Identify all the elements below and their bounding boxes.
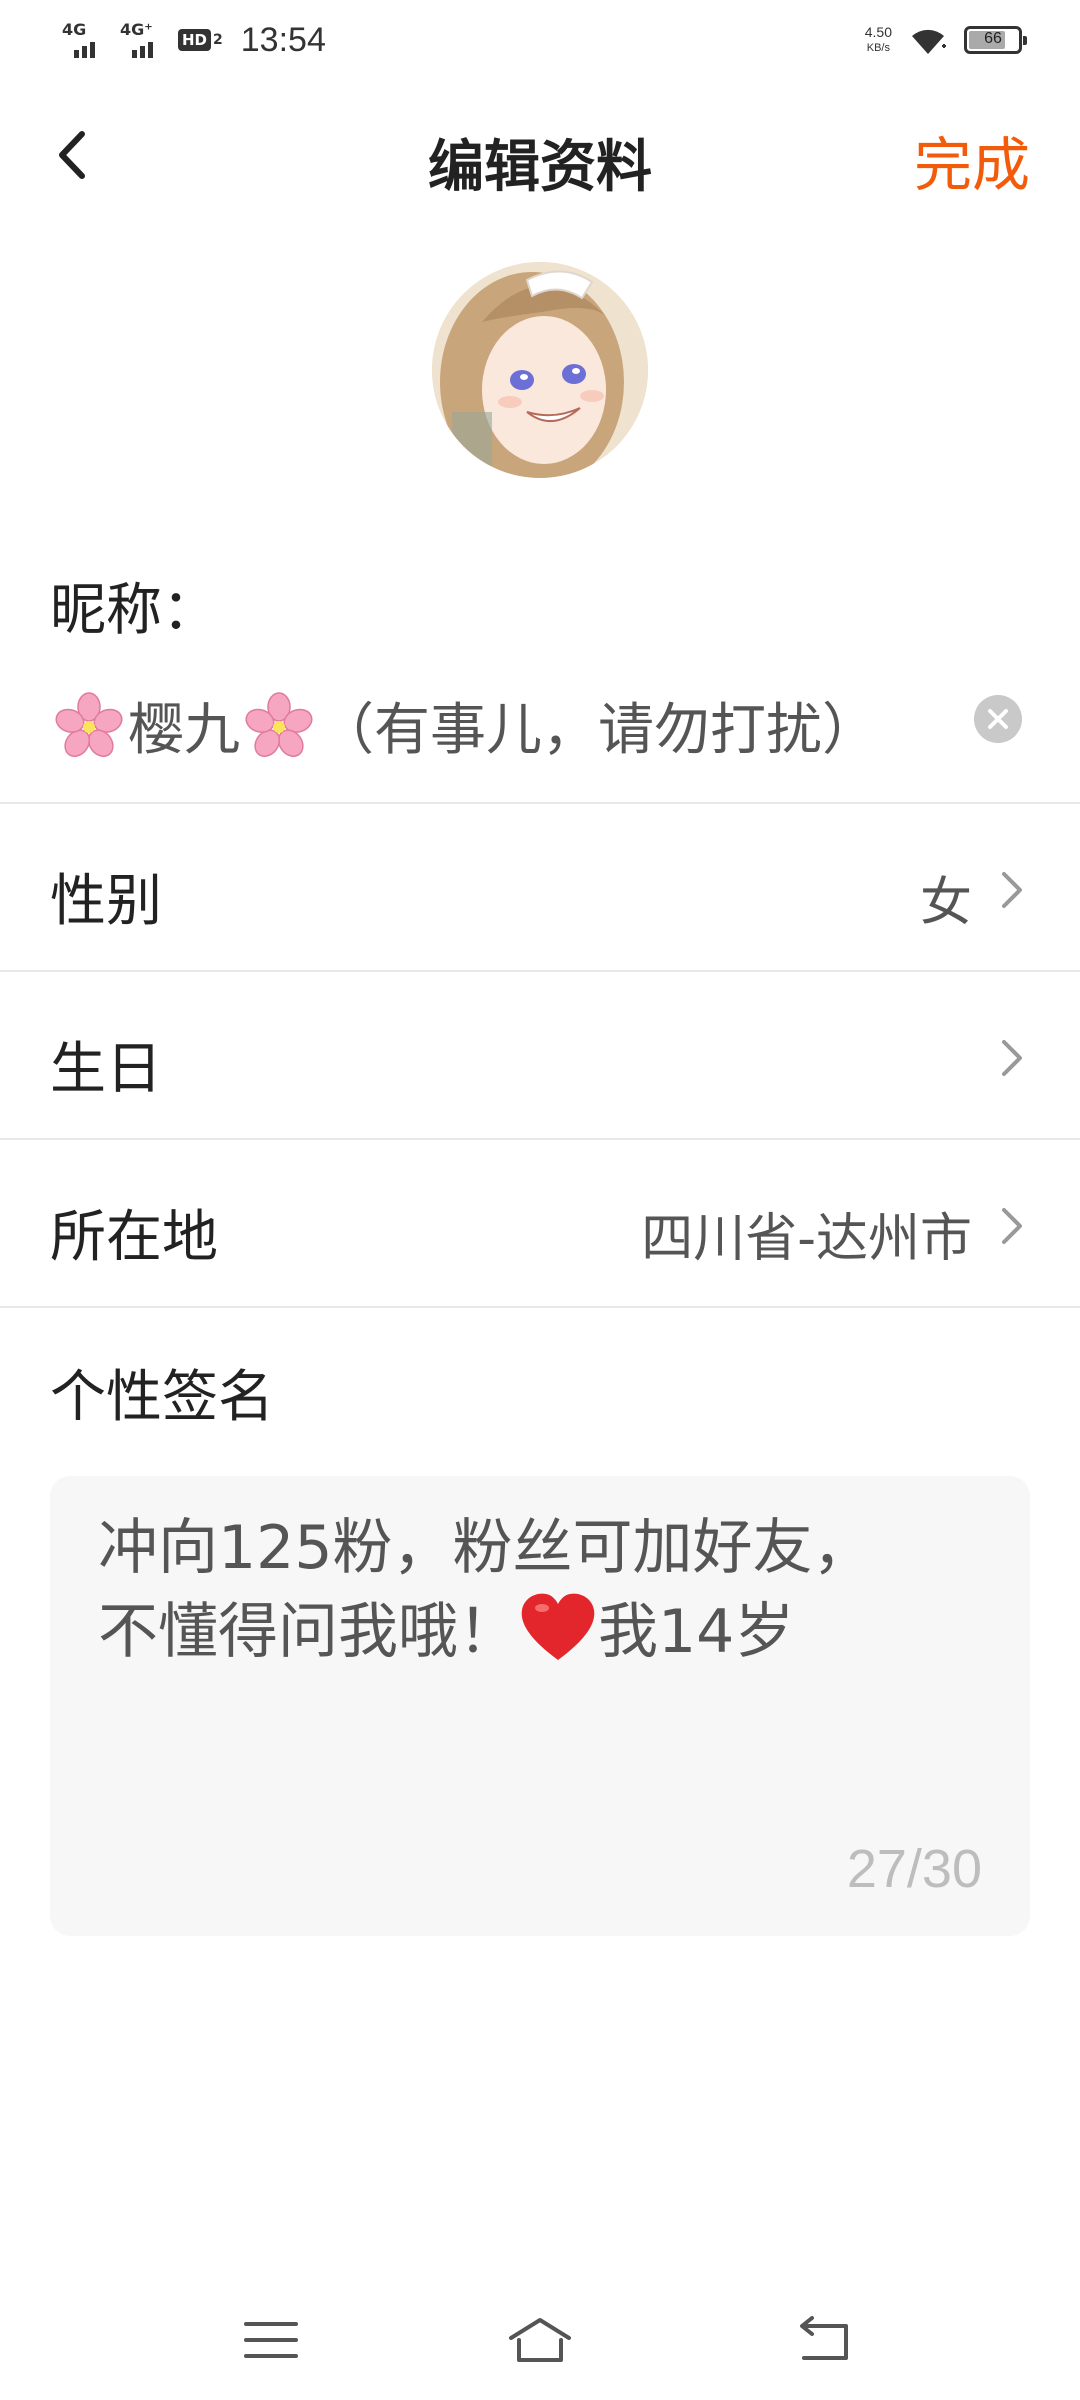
chevron-right-icon <box>1002 1208 1022 1244</box>
hd-voice-icon: HD 2 <box>178 29 223 51</box>
network-speed: 4.50 KB/s <box>864 24 892 54</box>
status-bar: 4G 4G⁺ HD 2 13:54 4.50 KB/s 66 <box>0 0 1080 80</box>
signal-icon: 4G <box>62 20 106 60</box>
birthday-row[interactable]: 生日 <box>0 972 1080 1138</box>
wifi-icon <box>912 29 946 54</box>
clear-icon[interactable] <box>974 695 1022 743</box>
clock: 13:54 <box>240 20 326 59</box>
signature-textarea[interactable]: 冲向125粉，粉丝可加好友， 不懂得问我哦！ 我14岁 27/30 <box>50 1476 1030 1936</box>
back-icon[interactable] <box>790 2310 860 2370</box>
home-icon[interactable] <box>505 2310 575 2370</box>
heart-icon <box>521 1593 595 1660</box>
avatar[interactable] <box>432 262 648 478</box>
menu-icon[interactable] <box>236 2310 306 2370</box>
system-nav-bar <box>0 2290 1080 2390</box>
cherry-blossom-icon <box>55 691 123 757</box>
nickname-name: 樱九 <box>128 698 240 763</box>
location-row[interactable]: 所在地 四川省-达州市 <box>0 1140 1080 1306</box>
nickname-field[interactable]: 樱九 （有事儿，请勿打扰） <box>50 675 1040 765</box>
divider <box>0 1306 1080 1308</box>
signature-label: 个性签名 <box>50 1365 274 1430</box>
nav-bar: 编辑资料 完成 <box>0 100 1080 210</box>
battery-icon: 66 <box>964 26 1027 54</box>
character-counter: 27/30 <box>846 1839 982 1899</box>
nickname-label: 昵称： <box>50 578 218 643</box>
gender-row[interactable]: 性别 女 <box>0 804 1080 970</box>
nickname-note: （有事儿，请勿打扰） <box>318 698 878 763</box>
done-button[interactable]: 完成 <box>914 118 1030 202</box>
cherry-blossom-icon <box>245 691 313 757</box>
signal-icon: 4G⁺ <box>120 20 164 60</box>
chevron-right-icon <box>1002 1040 1022 1076</box>
chevron-right-icon <box>1002 872 1022 908</box>
